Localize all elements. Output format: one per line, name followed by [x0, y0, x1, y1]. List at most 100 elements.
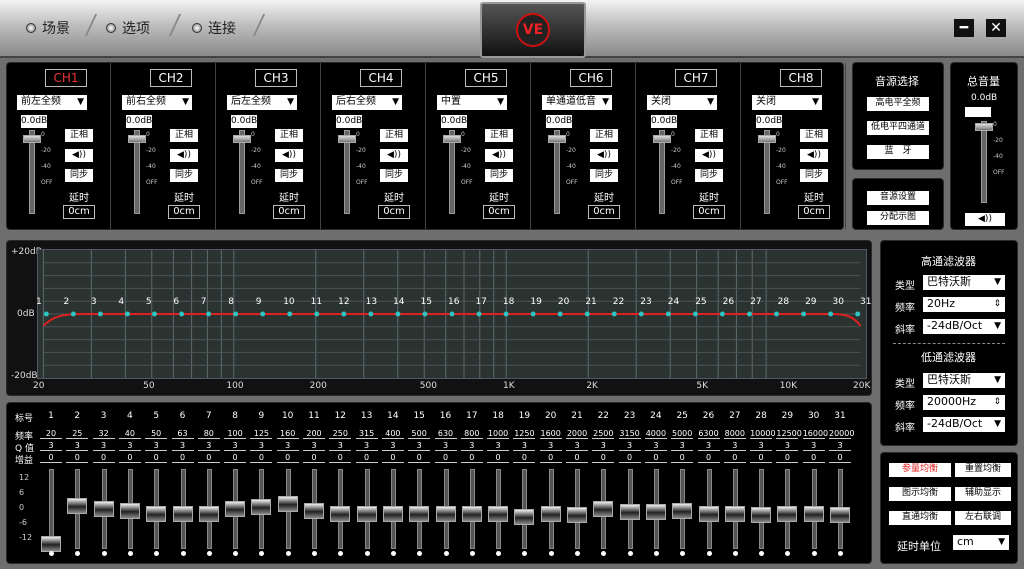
phase-button[interactable]: 正相 — [485, 129, 513, 142]
gain-field[interactable]: 0 — [276, 453, 299, 463]
eq-slider-knob[interactable] — [461, 505, 482, 522]
q-field[interactable]: 3 — [671, 441, 694, 451]
menu-item-scene[interactable]: 场景 — [26, 18, 70, 38]
band-point[interactable] — [179, 311, 185, 317]
channel-name[interactable]: CH6 — [570, 69, 612, 87]
gain-field[interactable]: 0 — [750, 453, 773, 463]
band-point[interactable] — [584, 311, 590, 317]
gain-field[interactable]: 0 — [566, 453, 588, 463]
eq-slider-knob[interactable] — [751, 507, 772, 524]
aux-display-button[interactable]: 辅助显示 — [955, 487, 1011, 501]
gain-field[interactable]: 0 — [697, 453, 720, 463]
freq-field[interactable]: 2500 — [592, 429, 615, 439]
q-field[interactable]: 3 — [750, 441, 773, 451]
eq-slider-knob[interactable] — [172, 505, 193, 522]
q-field[interactable]: 3 — [460, 441, 483, 451]
channel-name[interactable]: CH4 — [360, 69, 402, 87]
mute-button[interactable]: ◀)) — [275, 149, 303, 162]
band-point[interactable] — [530, 311, 536, 317]
q-field[interactable]: 3 — [329, 441, 352, 451]
eq-curve-graph[interactable] — [37, 249, 867, 379]
band-point[interactable] — [665, 311, 671, 317]
sync-button[interactable]: 同步 — [485, 169, 513, 182]
bypass-eq-button[interactable]: 直通均衡 — [889, 511, 951, 525]
freq-field[interactable]: 630 — [434, 429, 457, 439]
freq-field[interactable]: 12500 — [776, 429, 802, 439]
band-point[interactable] — [855, 311, 861, 317]
q-field[interactable]: 3 — [618, 441, 641, 451]
q-field[interactable]: 3 — [487, 441, 510, 451]
q-field[interactable]: 3 — [197, 441, 220, 451]
delay-unit-select[interactable]: cm ▼ — [953, 535, 1009, 550]
minimize-button[interactable]: ━ — [954, 19, 974, 37]
delay-input[interactable]: 0cm — [168, 205, 200, 219]
q-field[interactable]: 3 — [434, 441, 457, 451]
eq-slider-knob[interactable] — [619, 504, 640, 521]
freq-field[interactable]: 25 — [66, 429, 89, 439]
eq-slider-knob[interactable] — [198, 505, 219, 522]
band-point[interactable] — [422, 311, 428, 317]
q-field[interactable]: 3 — [829, 441, 851, 451]
channel-name[interactable]: CH5 — [465, 69, 507, 87]
band-point[interactable] — [449, 311, 455, 317]
band-point[interactable] — [611, 311, 617, 317]
delay-input[interactable]: 0cm — [483, 205, 515, 219]
eq-slider-knob[interactable] — [251, 499, 272, 516]
hp-freq-input[interactable]: 20Hz ⇕ — [923, 297, 1005, 312]
q-field[interactable]: 3 — [66, 441, 89, 451]
eq-slider-knob[interactable] — [777, 505, 798, 522]
band-point[interactable] — [801, 311, 807, 317]
eq-slider-knob[interactable] — [356, 505, 377, 522]
q-field[interactable]: 3 — [224, 441, 247, 451]
gain-field[interactable]: 0 — [224, 453, 247, 463]
q-field[interactable]: 3 — [644, 441, 667, 451]
band-point[interactable] — [70, 311, 76, 317]
delay-input[interactable]: 0cm — [588, 205, 620, 219]
eq-slider-knob[interactable] — [67, 497, 88, 514]
gain-field[interactable]: 0 — [408, 453, 431, 463]
mute-button[interactable]: ◀)) — [695, 149, 723, 162]
q-field[interactable]: 3 — [513, 441, 536, 451]
band-point[interactable] — [152, 311, 157, 317]
freq-field[interactable]: 63 — [171, 429, 194, 439]
source-settings-button[interactable]: 音源设置 — [867, 191, 929, 205]
gain-field[interactable]: 0 — [197, 453, 220, 463]
master-volume-knob[interactable] — [975, 123, 993, 131]
freq-field[interactable]: 40 — [118, 429, 141, 439]
gain-field[interactable]: 0 — [92, 453, 115, 463]
reset-eq-button[interactable]: 重置均衡 — [955, 463, 1011, 477]
gain-field[interactable]: 0 — [513, 453, 536, 463]
channel-volume-knob[interactable] — [758, 135, 776, 143]
eq-slider-knob[interactable] — [830, 507, 850, 524]
sync-button[interactable]: 同步 — [380, 169, 408, 182]
q-field[interactable]: 3 — [118, 441, 141, 451]
q-field[interactable]: 3 — [776, 441, 799, 451]
gain-field[interactable]: 0 — [145, 453, 168, 463]
gain-field[interactable]: 0 — [250, 453, 273, 463]
gain-field[interactable]: 0 — [776, 453, 799, 463]
phase-button[interactable]: 正相 — [695, 129, 723, 142]
band-point[interactable] — [341, 311, 347, 317]
band-point[interactable] — [260, 311, 266, 317]
band-point[interactable] — [125, 311, 130, 317]
channel-volume-knob[interactable] — [443, 135, 461, 143]
channel-volume-knob[interactable] — [23, 135, 41, 143]
gain-field[interactable]: 0 — [539, 453, 562, 463]
eq-slider-knob[interactable] — [645, 504, 666, 521]
band-point[interactable] — [314, 311, 320, 317]
eq-slider-knob[interactable] — [119, 502, 140, 519]
channel-name[interactable]: CH8 — [780, 69, 822, 87]
channel-volume-knob[interactable] — [128, 135, 146, 143]
band-point[interactable] — [368, 311, 374, 317]
eq-slider-knob[interactable] — [567, 507, 587, 524]
freq-field[interactable]: 1000 — [487, 429, 510, 439]
sync-button[interactable]: 同步 — [590, 169, 618, 182]
band-point[interactable] — [287, 311, 293, 317]
freq-field[interactable]: 100 — [224, 429, 247, 439]
freq-field[interactable]: 400 — [381, 429, 404, 439]
eq-slider-knob[interactable] — [41, 536, 61, 553]
band-point[interactable] — [476, 311, 482, 317]
gain-field[interactable]: 0 — [171, 453, 194, 463]
channel-source-select[interactable]: 中置 ▼ — [437, 95, 507, 110]
freq-field[interactable]: 20 — [40, 429, 62, 439]
